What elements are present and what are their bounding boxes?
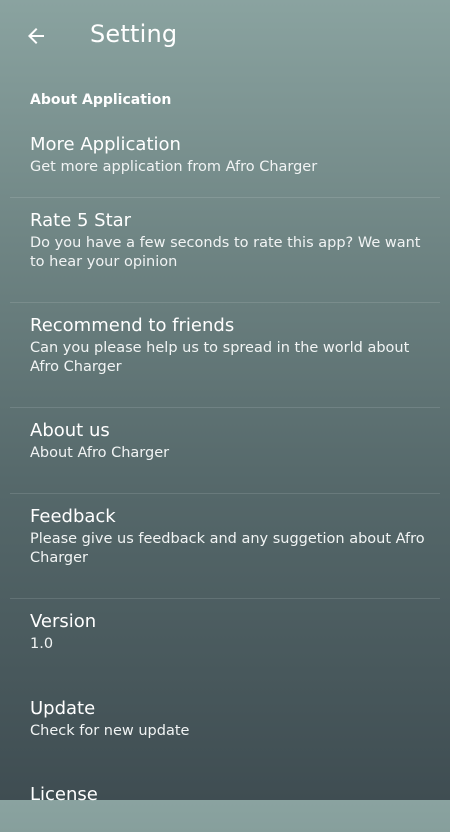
item-subtitle: About Afro Charger <box>30 445 170 461</box>
list-item-more-application[interactable]: More Application Get more application fr… <box>0 122 450 197</box>
item-title: Update <box>30 698 96 719</box>
item-subtitle: Check for new update <box>30 723 190 739</box>
section-header-about-application: About Application <box>30 92 172 108</box>
item-title: More Application <box>30 134 181 155</box>
list-item-license[interactable]: License <box>0 772 450 832</box>
list-item-about-us[interactable]: About us About Afro Charger <box>0 408 450 493</box>
item-title: Version <box>30 611 97 632</box>
list-item-feedback[interactable]: Feedback Please give us feedback and any… <box>0 494 450 598</box>
item-subtitle: Do you have a few seconds to rate this a… <box>30 235 421 270</box>
item-subtitle: Please give us feedback and any suggetio… <box>30 531 425 566</box>
item-subtitle: Get more application from Afro Charger <box>30 159 318 175</box>
item-title: About us <box>30 420 110 441</box>
app-bar: Setting <box>0 0 450 74</box>
list-item-version[interactable]: Version 1.0 <box>0 599 450 685</box>
item-title: Recommend to friends <box>30 315 235 336</box>
back-button[interactable] <box>18 18 54 54</box>
arrow-left-icon <box>28 28 44 44</box>
item-title: License <box>30 784 98 805</box>
list-item-recommend-to-friends[interactable]: Recommend to friends Can you please help… <box>0 303 450 407</box>
item-subtitle: 1.0 <box>30 636 54 652</box>
settings-list: More Application Get more application fr… <box>0 122 450 832</box>
list-item-update[interactable]: Update Check for new update <box>0 686 450 772</box>
item-subtitle: Can you please help us to spread in the … <box>30 340 410 375</box>
list-item-rate-5-star[interactable]: Rate 5 Star Do you have a few seconds to… <box>0 198 450 302</box>
item-title: Rate 5 Star <box>30 210 132 231</box>
page-title: Setting <box>90 20 178 48</box>
item-title: Feedback <box>30 506 116 527</box>
